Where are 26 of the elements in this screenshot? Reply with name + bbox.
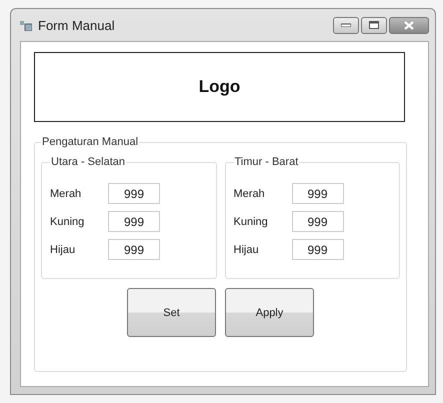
action-button[interactable]: Apply [225, 288, 314, 337]
form-icon [20, 20, 32, 30]
field-label: Kuning [50, 216, 86, 228]
field-label: Merah [50, 188, 82, 200]
group-title: Pengaturan Manual [41, 136, 140, 148]
input-field[interactable]: 999 [108, 239, 160, 260]
input-field[interactable]: 999 [292, 183, 344, 204]
close-button[interactable] [389, 16, 429, 34]
minimize-icon [341, 23, 351, 27]
input-field[interactable]: 999 [292, 239, 344, 260]
logo: Logo [34, 52, 405, 122]
minimize-button[interactable] [333, 16, 359, 34]
maximize-button[interactable] [361, 16, 387, 34]
group-title: Timur - Barat [234, 156, 300, 168]
input-field[interactable]: 999 [292, 211, 344, 232]
field-label: Merah [234, 188, 266, 200]
field-label: Hijau [50, 244, 76, 256]
action-button[interactable]: Set [127, 288, 216, 337]
group-title: Utara - Selatan [50, 156, 126, 168]
close-icon [404, 20, 414, 30]
field-label: Hijau [234, 244, 260, 256]
input-field[interactable]: 999 [108, 211, 160, 232]
field-label: Kuning [234, 216, 269, 228]
maximize-icon [369, 21, 379, 29]
input-field[interactable]: 999 [108, 183, 160, 204]
window-title: Form Manual [38, 18, 116, 32]
